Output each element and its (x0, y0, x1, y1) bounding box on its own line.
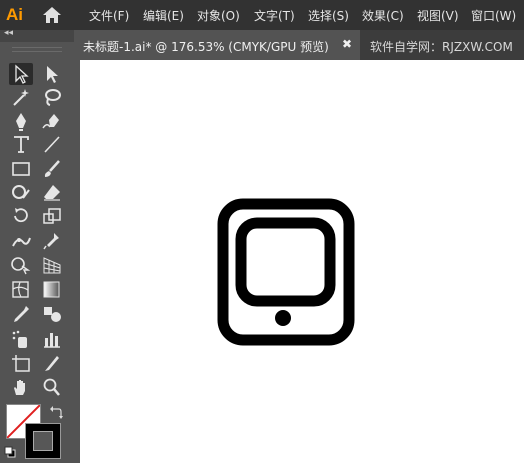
collapse-panel-icon[interactable]: ◂◂ (4, 28, 13, 38)
artboard-canvas[interactable] (80, 60, 524, 463)
width-tool[interactable] (9, 230, 33, 252)
tools-panel-header: ◂◂ (0, 28, 74, 42)
line-segment-tool[interactable] (40, 133, 64, 155)
direct-selection-tool[interactable] (40, 63, 64, 85)
hand-tool[interactable] (9, 376, 33, 398)
home-icon[interactable] (42, 6, 62, 24)
menu-window[interactable]: 窗口(W) (471, 7, 516, 24)
symbol-sprayer-tool[interactable] (9, 328, 33, 350)
app-logo: Ai (6, 5, 23, 24)
tools-panel: ◂◂ (0, 28, 74, 463)
panel-grip[interactable] (12, 47, 62, 52)
document-tab-bar: 未标题-1.ai* @ 176.53% (CMYK/GPU 预览) ✖ 软件自学… (74, 30, 524, 60)
scale-tool[interactable] (40, 205, 64, 227)
type-tool[interactable] (9, 133, 33, 155)
puppet-warp-tool[interactable] (40, 230, 64, 252)
tab-document-active[interactable]: 未标题-1.ai* @ 176.53% (CMYK/GPU 预览) ✖ (74, 30, 360, 60)
rotate-tool[interactable] (9, 205, 33, 227)
menu-effect[interactable]: 效果(C) (362, 7, 404, 24)
selection-tool[interactable] (9, 63, 33, 85)
menu-bar: Ai 文件(F) 编辑(E) 对象(O) 文字(T) 选择(S) 效果(C) 视… (0, 0, 524, 30)
pen-tool[interactable] (9, 110, 33, 132)
mesh-tool[interactable] (9, 278, 33, 300)
zoom-tool[interactable] (40, 376, 64, 398)
slice-tool[interactable] (40, 352, 64, 374)
eyedropper-tool[interactable] (9, 303, 33, 325)
stroke-swatch-inner (33, 431, 53, 451)
menu-type[interactable]: 文字(T) (254, 7, 295, 24)
shaper-tool[interactable] (9, 181, 33, 203)
menu-file[interactable]: 文件(F) (89, 7, 129, 24)
tablet-icon-artwork[interactable] (217, 198, 355, 346)
tab-document-label: 未标题-1.ai* @ 176.53% (CMYK/GPU 预览) (83, 40, 329, 54)
tab-second[interactable]: 软件自学网：RJZXW.COM (370, 38, 513, 55)
paintbrush-tool[interactable] (40, 158, 64, 180)
menu-edit[interactable]: 编辑(E) (143, 7, 184, 24)
eraser-tool[interactable] (40, 181, 64, 203)
swap-fill-stroke-icon[interactable] (49, 404, 63, 419)
stroke-swatch[interactable] (25, 423, 61, 459)
menu-view[interactable]: 视图(V) (417, 7, 459, 24)
perspective-grid-tool[interactable] (40, 254, 64, 276)
artboard-tool[interactable] (9, 352, 33, 374)
gradient-tool[interactable] (40, 278, 64, 300)
rectangle-tool[interactable] (9, 158, 33, 180)
curvature-tool[interactable] (40, 110, 64, 132)
default-fill-stroke-icon[interactable] (4, 443, 16, 458)
blend-tool[interactable] (40, 303, 64, 325)
menu-select[interactable]: 选择(S) (308, 7, 349, 24)
lasso-tool[interactable] (40, 86, 64, 108)
tab-close-icon[interactable]: ✖ (342, 37, 352, 51)
magic-wand-tool[interactable] (9, 86, 33, 108)
column-graph-tool[interactable] (40, 328, 64, 350)
menu-object[interactable]: 对象(O) (197, 7, 240, 24)
shape-builder-tool[interactable] (9, 254, 33, 276)
